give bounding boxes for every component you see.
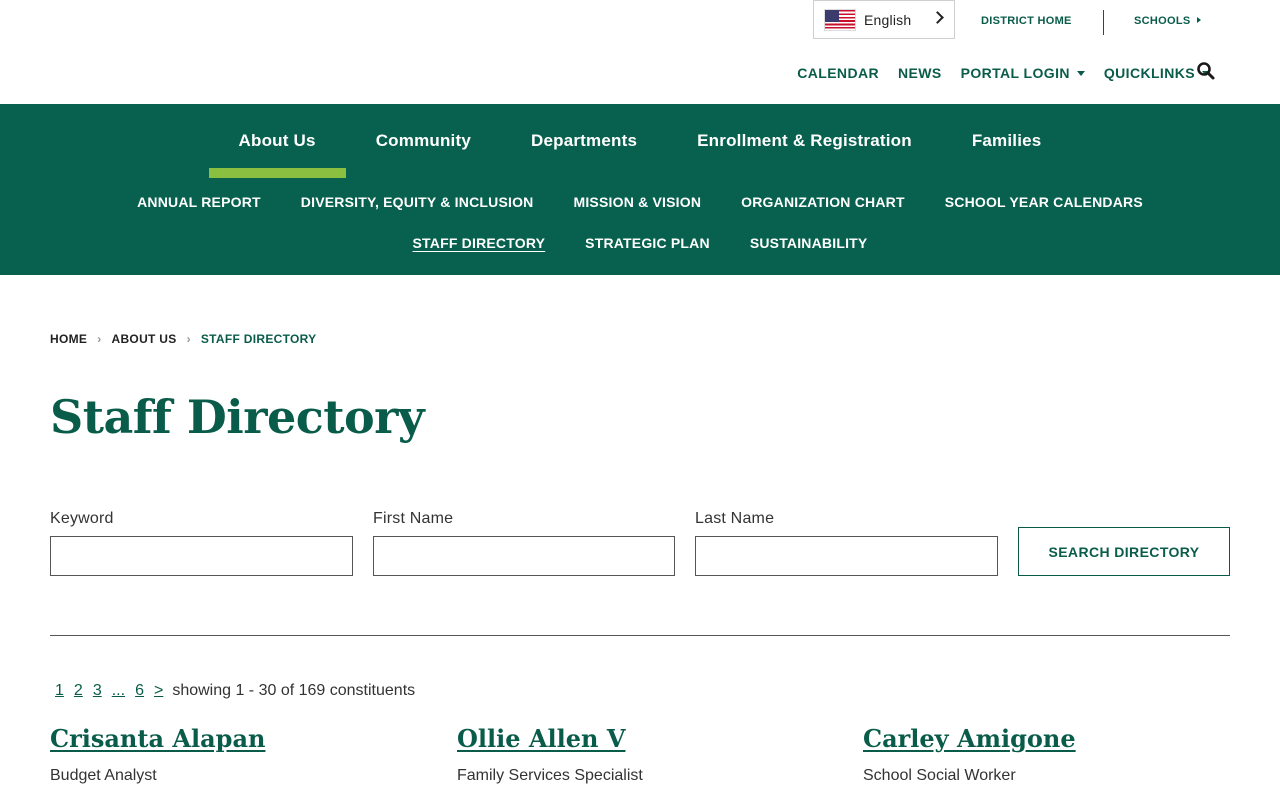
breadcrumb-current: STAFF DIRECTORY bbox=[200, 332, 317, 346]
last-name-field-group: Last Name bbox=[695, 510, 998, 576]
sub-nav-mission-and-vision[interactable]: MISSION & VISION bbox=[573, 194, 701, 210]
search-icon[interactable] bbox=[1196, 61, 1216, 81]
district-home-link[interactable]: DISTRICT HOME bbox=[981, 15, 1072, 27]
quicklinks-dropdown[interactable]: QUICKLINKS bbox=[1104, 65, 1210, 81]
chevron-right-icon: › bbox=[97, 332, 102, 346]
sub-nav-annual-report[interactable]: ANNUAL REPORT bbox=[137, 194, 261, 210]
pagination-summary: showing 1 - 30 of 169 constituents bbox=[172, 682, 416, 699]
portal-login-dropdown[interactable]: PORTAL LOGIN bbox=[961, 65, 1085, 81]
chevron-right-icon: › bbox=[186, 332, 191, 346]
sub-nav-row-2: STAFF DIRECTORY STRATEGIC PLAN SUSTAINABIL… bbox=[0, 235, 1280, 251]
search-directory-button[interactable]: SEARCH DIRECTORY bbox=[1018, 527, 1230, 576]
primary-nav-departments[interactable]: Departments bbox=[501, 104, 667, 178]
sub-nav-diversity-equity-and-inclusion[interactable]: DIVERSITY, EQUITY & INCLUSION bbox=[301, 194, 534, 210]
staff-name-link[interactable]: Carley Amigone bbox=[863, 724, 1076, 753]
top-nav: CALENDAR NEWS PORTAL LOGIN QUICKLINKS bbox=[778, 65, 1210, 81]
primary-nav-families[interactable]: Families bbox=[942, 104, 1072, 178]
pagination-page-3[interactable]: 3 bbox=[93, 682, 102, 700]
schools-label: SCHOOLS bbox=[1134, 15, 1191, 27]
last-name-label: Last Name bbox=[695, 510, 775, 527]
staff-card: Carley Amigone School Social Worker bbox=[863, 724, 1076, 785]
language-selector[interactable]: English bbox=[813, 0, 955, 39]
keyword-field-group: Keyword bbox=[50, 510, 353, 576]
language-label: English bbox=[864, 11, 912, 28]
primary-nav-about-us[interactable]: About Us bbox=[208, 104, 346, 178]
staff-role: Budget Analyst bbox=[50, 767, 157, 784]
utility-divider bbox=[1103, 10, 1104, 35]
staff-role: School Social Worker bbox=[863, 767, 1016, 784]
page-title: Staff Directory bbox=[50, 390, 425, 444]
breadcrumb-about-us[interactable]: ABOUT US bbox=[112, 332, 177, 346]
sub-nav-school-year-calendars[interactable]: SCHOOL YEAR CALENDARS bbox=[945, 194, 1143, 210]
staff-card: Crisanta Alapan Budget Analyst bbox=[50, 724, 265, 785]
caret-right-icon bbox=[1196, 17, 1201, 23]
staff-card: Ollie Allen V Family Services Specialist bbox=[457, 724, 643, 785]
sub-nav-staff-directory[interactable]: STAFF DIRECTORY bbox=[413, 235, 546, 251]
last-name-input[interactable] bbox=[695, 536, 998, 576]
breadcrumb-home[interactable]: HOME bbox=[50, 332, 87, 346]
sub-nav-strategic-plan[interactable]: STRATEGIC PLAN bbox=[585, 235, 710, 251]
caret-down-icon bbox=[1076, 70, 1085, 76]
pagination-page-1[interactable]: 1 bbox=[55, 682, 64, 700]
quicklinks-label: QUICKLINKS bbox=[1103, 65, 1195, 81]
schools-link[interactable]: SCHOOLS bbox=[1134, 15, 1201, 27]
staff-role: Family Services Specialist bbox=[457, 767, 643, 784]
sub-nav-row-1: ANNUAL REPORT DIVERSITY, EQUITY & INCLUSI… bbox=[0, 194, 1280, 210]
chevron-right-icon bbox=[931, 11, 944, 24]
pagination-page-2[interactable]: 2 bbox=[74, 682, 83, 700]
us-flag-icon bbox=[824, 8, 856, 31]
pagination-ellipsis[interactable]: ... bbox=[112, 682, 125, 700]
staff-name-link[interactable]: Crisanta Alapan bbox=[50, 724, 265, 753]
keyword-label: Keyword bbox=[50, 510, 114, 527]
keyword-input[interactable] bbox=[50, 536, 353, 576]
portal-login-label: PORTAL LOGIN bbox=[960, 65, 1070, 81]
sub-nav-organization-chart[interactable]: ORGANIZATION CHART bbox=[741, 194, 905, 210]
primary-nav: About Us Community Departments Enrollment &… bbox=[0, 104, 1280, 178]
divider bbox=[50, 635, 1230, 636]
pagination-page-6[interactable]: 6 bbox=[135, 682, 144, 700]
first-name-input[interactable] bbox=[373, 536, 675, 576]
news-link[interactable]: NEWS bbox=[898, 65, 942, 81]
first-name-label: First Name bbox=[373, 510, 454, 527]
pagination-next[interactable]: > bbox=[154, 682, 163, 700]
sub-nav-sustainability[interactable]: SUSTAINABILITY bbox=[750, 235, 868, 251]
main-navigation: About Us Community Departments Enrollment &… bbox=[0, 104, 1280, 275]
breadcrumb: HOME › ABOUT US › STAFF DIRECTORY bbox=[50, 332, 317, 346]
primary-nav-community[interactable]: Community bbox=[346, 104, 501, 178]
primary-nav-enrollment-and-registration[interactable]: Enrollment & Registration bbox=[667, 104, 942, 178]
staff-name-link[interactable]: Ollie Allen V bbox=[457, 724, 643, 753]
first-name-field-group: First Name bbox=[373, 510, 675, 576]
calendar-link[interactable]: CALENDAR bbox=[797, 65, 879, 81]
pagination: 1 2 3... 6 > showing 1 - 30 of 169 constituen… bbox=[50, 682, 415, 700]
